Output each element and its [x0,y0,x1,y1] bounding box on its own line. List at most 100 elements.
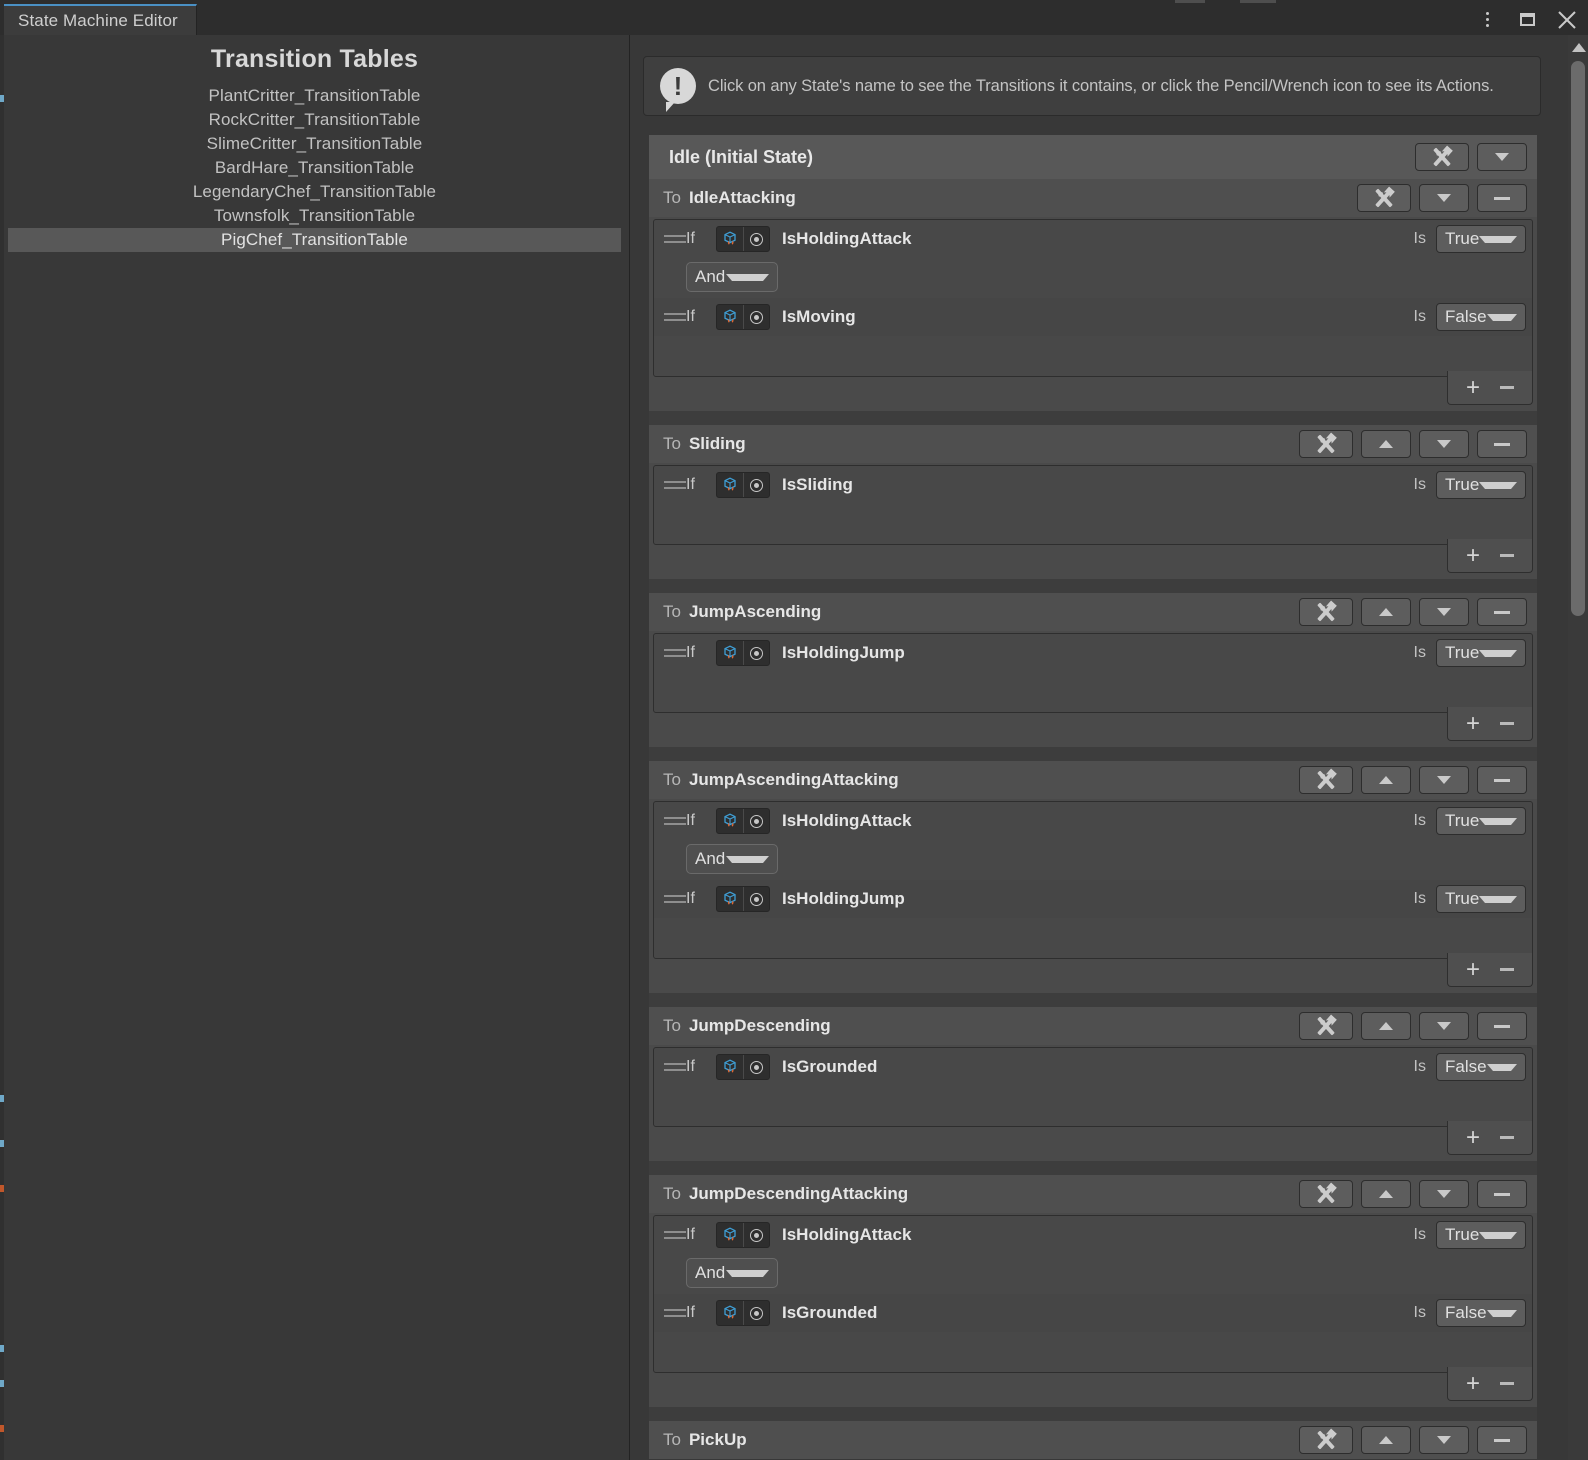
move-transition-down-button[interactable] [1419,1426,1469,1454]
transition-target-name[interactable]: JumpAscending [689,602,1291,622]
object-picker-icon[interactable] [743,641,769,665]
object-field[interactable] [716,1054,770,1080]
condition-variable-name[interactable]: IsGrounded [782,1057,1414,1077]
scrollbar-thumb[interactable] [1571,61,1585,616]
transition-actions-button[interactable] [1299,1012,1353,1040]
move-transition-down-button[interactable] [1419,184,1469,212]
transition-actions-button[interactable] [1299,1180,1353,1208]
object-field[interactable] [716,808,770,834]
condition-value-dropdown[interactable]: True [1436,225,1526,253]
transition-header[interactable]: To JumpDescendingAttacking [649,1175,1537,1213]
condition-variable-name[interactable]: IsHoldingAttack [782,1225,1414,1245]
transition-header[interactable]: To JumpAscending [649,593,1537,631]
drag-handle-icon[interactable] [664,235,686,243]
object-field[interactable] [716,640,770,666]
add-condition-button[interactable]: + [1466,711,1480,736]
remove-condition-button[interactable] [1500,386,1514,389]
object-picker-icon[interactable] [743,227,769,251]
condition-value-dropdown[interactable]: False [1436,303,1526,331]
add-condition-button[interactable]: + [1466,543,1480,568]
drag-handle-icon[interactable] [664,481,686,489]
transition-target-name[interactable]: JumpDescending [689,1016,1291,1036]
add-condition-button[interactable]: + [1466,1371,1480,1396]
list-item[interactable]: BardHare_TransitionTable [0,156,629,180]
drag-handle-icon[interactable] [664,1309,686,1317]
drag-handle-icon[interactable] [664,1063,686,1071]
object-field[interactable] [716,886,770,912]
vertical-scrollbar[interactable] [1568,35,1588,1460]
move-transition-up-button[interactable] [1361,598,1411,626]
remove-transition-button[interactable] [1477,1426,1527,1454]
list-item[interactable]: PlantCritter_TransitionTable [0,84,629,108]
move-transition-up-button[interactable] [1361,430,1411,458]
object-picker-icon[interactable] [743,809,769,833]
scroll-up-icon[interactable] [1572,43,1586,52]
transition-actions-button[interactable] [1299,766,1353,794]
condition-variable-name[interactable]: IsHoldingJump [782,643,1414,663]
add-condition-button[interactable]: + [1466,1125,1480,1150]
object-picker-icon[interactable] [743,1301,769,1325]
transition-target-name[interactable]: Sliding [689,434,1291,454]
move-transition-up-button[interactable] [1361,1180,1411,1208]
object-field[interactable] [716,472,770,498]
transition-target-name[interactable]: PickUp [689,1430,1291,1450]
remove-transition-button[interactable] [1477,184,1527,212]
move-transition-up-button[interactable] [1361,1012,1411,1040]
move-transition-up-button[interactable] [1361,766,1411,794]
condition-operator-dropdown[interactable]: And [686,1258,778,1288]
drag-handle-icon[interactable] [664,895,686,903]
object-field[interactable] [716,226,770,252]
condition-value-dropdown[interactable]: True [1436,807,1526,835]
condition-variable-name[interactable]: IsGrounded [782,1303,1414,1323]
condition-value-dropdown[interactable]: True [1436,885,1526,913]
condition-variable-name[interactable]: IsHoldingJump [782,889,1414,909]
transition-actions-button[interactable] [1299,430,1353,458]
add-condition-button[interactable]: + [1466,375,1480,400]
kebab-menu-icon[interactable] [1474,7,1500,33]
state-collapse-button[interactable] [1477,143,1527,171]
object-picker-icon[interactable] [743,305,769,329]
transition-header[interactable]: To IdleAttacking [649,179,1537,217]
tab-state-machine-editor[interactable]: State Machine Editor [4,4,197,35]
transition-header[interactable]: To JumpAscendingAttacking [649,761,1537,799]
remove-transition-button[interactable] [1477,1180,1527,1208]
state-header[interactable]: Idle (Initial State) [649,135,1537,179]
state-actions-button[interactable] [1415,143,1469,171]
object-field[interactable] [716,1222,770,1248]
remove-condition-button[interactable] [1500,554,1514,557]
remove-condition-button[interactable] [1500,1136,1514,1139]
move-transition-down-button[interactable] [1419,1012,1469,1040]
transition-actions-button[interactable] [1299,1426,1353,1454]
object-picker-icon[interactable] [743,473,769,497]
drag-handle-icon[interactable] [664,817,686,825]
remove-condition-button[interactable] [1500,722,1514,725]
move-transition-down-button[interactable] [1419,598,1469,626]
remove-condition-button[interactable] [1500,968,1514,971]
transition-actions-button[interactable] [1299,598,1353,626]
object-picker-icon[interactable] [743,1055,769,1079]
condition-variable-name[interactable]: IsMoving [782,307,1414,327]
condition-operator-dropdown[interactable]: And [686,844,778,874]
list-item[interactable]: LegendaryChef_TransitionTable [0,180,629,204]
transition-target-name[interactable]: JumpAscendingAttacking [689,770,1291,790]
list-item-selected[interactable]: PigChef_TransitionTable [8,228,621,252]
remove-transition-button[interactable] [1477,598,1527,626]
drag-handle-icon[interactable] [664,313,686,321]
object-field[interactable] [716,1300,770,1326]
move-transition-down-button[interactable] [1419,430,1469,458]
transition-header[interactable]: To JumpDescending [649,1007,1537,1045]
object-picker-icon[interactable] [743,887,769,911]
remove-transition-button[interactable] [1477,766,1527,794]
condition-operator-dropdown[interactable]: And [686,262,778,292]
move-transition-up-button[interactable] [1361,1426,1411,1454]
condition-variable-name[interactable]: IsHoldingAttack [782,229,1414,249]
transition-actions-button[interactable] [1357,184,1411,212]
condition-value-dropdown[interactable]: True [1436,639,1526,667]
list-item[interactable]: Townsfolk_TransitionTable [0,204,629,228]
condition-variable-name[interactable]: IsSliding [782,475,1414,495]
drag-handle-icon[interactable] [664,1231,686,1239]
add-condition-button[interactable]: + [1466,957,1480,982]
list-item[interactable]: RockCritter_TransitionTable [0,108,629,132]
transition-header[interactable]: To PickUp [649,1421,1537,1459]
state-name[interactable]: Idle (Initial State) [669,147,1407,168]
